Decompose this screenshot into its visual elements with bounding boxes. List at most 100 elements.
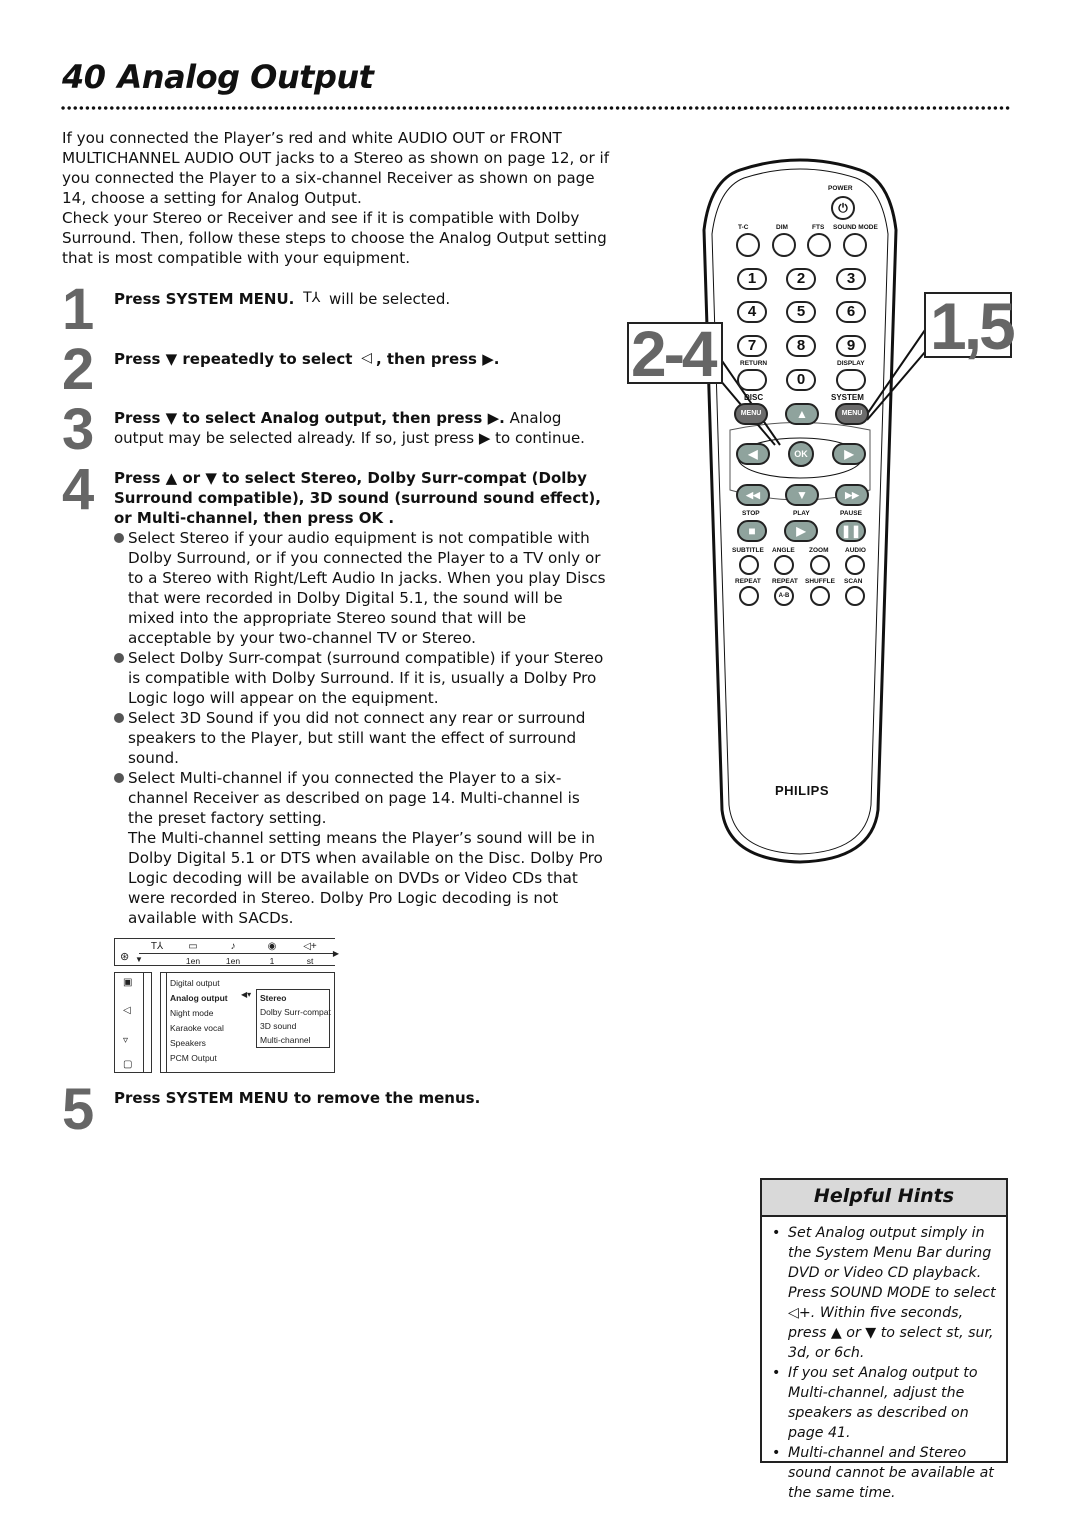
tv-icon: ▢ bbox=[123, 1059, 133, 1070]
submenu-option: 3D sound bbox=[260, 1021, 297, 1031]
number-button-5[interactable]: 5 bbox=[786, 301, 816, 323]
subtitle-icon: ▭ bbox=[188, 941, 198, 952]
ok-button[interactable]: OK bbox=[788, 441, 814, 467]
menu-screen: ⊛ ▼ ▶ T⅄ ▭ ♪ ◉ ◁+ 1en 1en 1 st ▣ ◁ ▿ ▢ D… bbox=[114, 938, 339, 1073]
scan-button[interactable] bbox=[845, 586, 865, 606]
step-callout-1-5: 1,5 bbox=[924, 292, 1016, 359]
menu-item: PCM Output bbox=[170, 1053, 217, 1063]
tc-button[interactable] bbox=[736, 233, 760, 257]
step-number: 4 bbox=[62, 457, 95, 522]
menu-bar-line bbox=[139, 953, 334, 954]
number-button-7[interactable]: 7 bbox=[737, 335, 767, 357]
list-item: Select 3D Sound if you did not connect a… bbox=[114, 708, 609, 768]
submenu-option-selected: Stereo bbox=[260, 993, 287, 1003]
speech-icon: ▿ bbox=[123, 1035, 129, 1046]
arrow-right-icon: ▶ bbox=[844, 447, 854, 461]
arrow-left-icon: ◀ bbox=[748, 447, 758, 461]
angle-label: ANGLE bbox=[772, 547, 795, 554]
number-button-8[interactable]: 8 bbox=[786, 335, 816, 357]
option-list: Select Stereo if your audio equipment is… bbox=[114, 528, 609, 928]
page-title-text: Analog Output bbox=[117, 58, 374, 96]
shuffle-button[interactable] bbox=[810, 586, 830, 606]
number-button-3[interactable]: 3 bbox=[836, 268, 866, 290]
step-instruction: Press ▼ repeatedly to select bbox=[114, 350, 353, 368]
down-button[interactable]: ▼ bbox=[785, 484, 819, 506]
right-button[interactable]: ▶ bbox=[832, 443, 866, 465]
bar-value: 1 bbox=[269, 956, 275, 966]
subtitle-button[interactable] bbox=[739, 555, 759, 575]
menu-item: Digital output bbox=[170, 978, 220, 988]
bar-value: 1en bbox=[225, 956, 241, 966]
angle-icon: ◉ bbox=[267, 941, 277, 952]
number-button-4[interactable]: 4 bbox=[737, 301, 767, 323]
up-button[interactable]: ▲ bbox=[785, 403, 819, 425]
speaker-icon: ◁ bbox=[361, 350, 372, 366]
zoom-label: ZOOM bbox=[809, 547, 829, 554]
number-button-9[interactable]: 9 bbox=[836, 335, 866, 357]
dim-button[interactable] bbox=[772, 233, 796, 257]
number-button-2[interactable]: 2 bbox=[786, 268, 816, 290]
menu-item: Speakers bbox=[170, 1038, 206, 1048]
system-label: SYSTEM bbox=[831, 393, 864, 402]
stop-icon: ■ bbox=[748, 524, 756, 538]
next-button[interactable]: ▶▶ bbox=[835, 484, 869, 506]
analog-output-submenu: Stereo Dolby Surr-compat 3D sound Multi-… bbox=[256, 989, 331, 1048]
step-number: 1 bbox=[62, 277, 95, 342]
stop-button[interactable]: ■ bbox=[737, 520, 767, 542]
left-button[interactable]: ◀ bbox=[736, 443, 770, 465]
intro-paragraph: If you connected the Player’s red and wh… bbox=[62, 129, 610, 207]
repeat-ab-button[interactable]: A-B bbox=[774, 586, 794, 606]
repeat-label: REPEAT bbox=[735, 578, 761, 585]
audio-button[interactable] bbox=[845, 555, 865, 575]
disc-icon: ⊛ bbox=[120, 951, 130, 963]
system-menu-button[interactable]: MENU bbox=[835, 403, 869, 425]
sound-mode-label: SOUND MODE bbox=[833, 224, 878, 231]
bullet-icon bbox=[114, 713, 124, 723]
list-item: Select Dolby Surr-compat (surround compa… bbox=[114, 648, 609, 708]
scan-label: SCAN bbox=[844, 578, 863, 585]
hint-item: If you set Analog output to Multi-channe… bbox=[772, 1363, 1000, 1443]
step-number: 3 bbox=[62, 397, 95, 462]
play-label: PLAY bbox=[793, 510, 810, 517]
menu-item-selected: Analog output bbox=[170, 993, 228, 1003]
audio-label: AUDIO bbox=[845, 547, 866, 554]
return-button[interactable] bbox=[737, 369, 767, 391]
stop-label: STOP bbox=[742, 510, 760, 517]
bar-value: 1en bbox=[185, 956, 201, 966]
power-label: POWER bbox=[828, 185, 853, 192]
number-button-6[interactable]: 6 bbox=[836, 301, 866, 323]
number-button-1[interactable]: 1 bbox=[737, 268, 767, 290]
fts-label: FTS bbox=[812, 224, 825, 231]
power-button[interactable]: ⏻ bbox=[831, 196, 855, 220]
previous-button[interactable]: ◀◀ bbox=[736, 484, 770, 506]
step-note: will be selected. bbox=[329, 290, 451, 308]
followup-text: The Multi-channel setting means the Play… bbox=[128, 829, 603, 927]
system-settings-icon: T⅄ bbox=[303, 290, 321, 306]
number-button-0[interactable]: 0 bbox=[786, 369, 816, 391]
arrow-right-icon: ▶ bbox=[332, 949, 339, 958]
pause-button[interactable]: ❚❚ bbox=[836, 520, 866, 542]
disc-menu-button[interactable]: MENU bbox=[734, 403, 768, 425]
bullet-icon bbox=[114, 773, 124, 783]
display-button[interactable] bbox=[836, 369, 866, 391]
zoom-button[interactable] bbox=[810, 555, 830, 575]
menu-items-panel: Digital output Analog output Night mode … bbox=[160, 972, 335, 1073]
page-title: 40 Analog Output bbox=[62, 58, 374, 96]
skip-forward-icon: ▶▶ bbox=[845, 490, 859, 500]
sound-mode-button[interactable] bbox=[843, 233, 867, 257]
intro-paragraph: Check your Stereo or Receiver and see if… bbox=[62, 209, 607, 267]
play-button[interactable]: ▶ bbox=[784, 520, 818, 542]
hint-item: Multi-channel and Stereo sound cannot be… bbox=[772, 1443, 1000, 1503]
repeat-button[interactable] bbox=[739, 586, 759, 606]
page-number: 40 bbox=[62, 58, 106, 96]
pause-label: PAUSE bbox=[840, 510, 862, 517]
hints-title: Helpful Hints bbox=[762, 1180, 1006, 1217]
angle-button[interactable] bbox=[774, 555, 794, 575]
menu-sidebar: ▣ ◁ ▿ ▢ bbox=[114, 972, 152, 1073]
step-instruction: Press SYSTEM MENU. bbox=[114, 290, 295, 308]
audio-language-icon: ♪ bbox=[230, 941, 236, 952]
sound-mode-icon: ◁+ bbox=[303, 941, 317, 952]
fts-button[interactable] bbox=[807, 233, 831, 257]
menu-item: Karaoke vocal bbox=[170, 1023, 224, 1033]
system-menu-bar: ⊛ ▼ ▶ T⅄ ▭ ♪ ◉ ◁+ 1en 1en 1 st bbox=[114, 938, 339, 966]
